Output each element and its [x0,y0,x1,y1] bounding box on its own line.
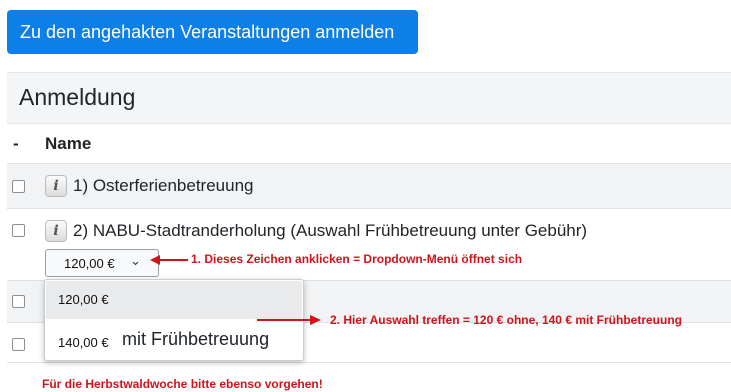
row-checkbox[interactable] [12,295,25,308]
annotation-step1: 1. Dieses Zeichen anklicken = Dropdown-M… [191,252,523,266]
price-select-value: 120,00 € [64,256,115,271]
table-row: i 2) NABU-Stadtranderholung (Auswahl Frü… [7,209,731,281]
table-row: i 1) Osterferienbetreuung [7,164,731,209]
header-name: Name [45,134,92,153]
register-checked-button[interactable]: Zu den angehakten Veranstaltungen anmeld… [7,10,418,54]
chevron-down-icon[interactable]: ⌄ [130,253,141,269]
option-price: 120,00 € [58,292,109,307]
annotation-footer: Für die Herbstwaldwoche bitte ebenso vor… [42,377,323,391]
info-icon[interactable]: i [45,175,67,197]
row-checkbox[interactable] [12,338,25,351]
arrow-right-icon [257,315,321,325]
event-label: 2) NABU-Stadtranderholung (Auswahl Frühb… [73,221,588,240]
dropdown-option[interactable]: 140,00 € mit Frühbetreuung [46,322,302,360]
row-checkbox[interactable] [12,224,25,237]
header-select: - [13,134,19,153]
row-checkbox[interactable] [12,180,25,193]
arrow-left-icon [150,255,188,265]
option-price: 140,00 € [58,335,109,350]
table-header: - Name [7,124,731,164]
price-select[interactable]: 120,00 € ⌄ [45,249,159,277]
section-title: Anmeldung [19,84,136,110]
option-extra: mit Frühbetreuung [122,329,270,349]
annotation-step2: 2. Hier Auswahl treffen = 120 € ohne, 14… [330,313,682,327]
section-header: Anmeldung [7,72,731,124]
event-label: 1) Osterferienbetreuung [73,176,254,195]
info-icon[interactable]: i [45,220,67,242]
